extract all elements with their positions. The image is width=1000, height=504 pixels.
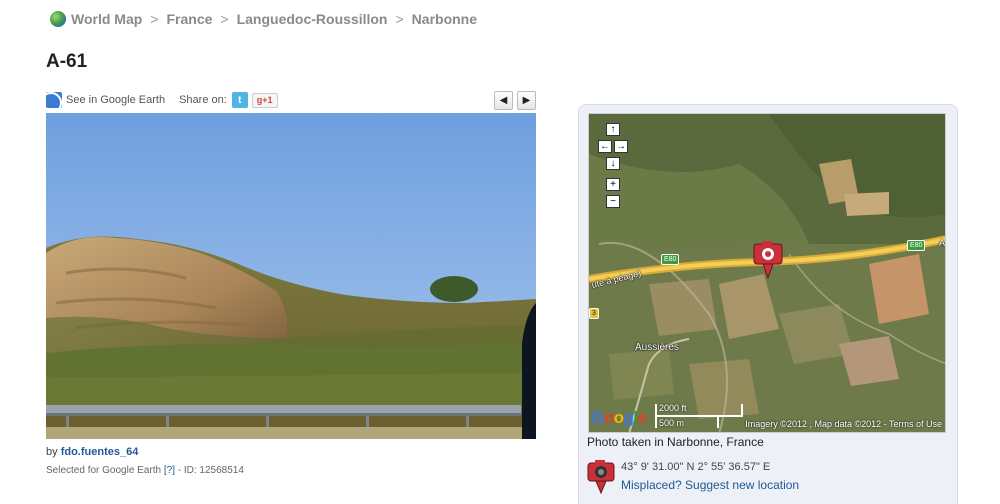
twitter-icon[interactable]: t bbox=[231, 92, 248, 108]
share-label: Share on: bbox=[179, 94, 227, 106]
google-plus-button[interactable]: g+1 bbox=[251, 92, 278, 108]
breadcrumb-separator: > bbox=[150, 11, 159, 27]
pan-up-button[interactable]: ↑ bbox=[606, 123, 620, 136]
satellite-map[interactable]: ↑ ← → ↓ + − ute à péage) E80 E80 3 A Aus… bbox=[588, 113, 946, 433]
help-link[interactable]: [?] bbox=[164, 465, 175, 476]
pan-down-button[interactable]: ↓ bbox=[606, 157, 620, 170]
route-shield-3: 3 bbox=[589, 308, 599, 319]
pan-left-button[interactable]: ← bbox=[598, 140, 612, 153]
gps-coordinates: 43° 9' 31.00" N 2° 55' 36.57" E bbox=[621, 461, 771, 473]
pan-right-button[interactable]: → bbox=[614, 140, 628, 153]
next-photo-button[interactable]: ▶ bbox=[517, 90, 536, 110]
breadcrumb-world-map[interactable]: World Map bbox=[71, 11, 142, 27]
author-link[interactable]: fdo.fuentes_64 bbox=[61, 446, 139, 458]
photo-toolbar: See in Google Earth Share on: t g+1 ◀ ▶ bbox=[46, 90, 536, 110]
breadcrumb-france[interactable]: France bbox=[166, 11, 212, 27]
route-shield-e80: E80 bbox=[661, 254, 680, 265]
landscape-photo-image bbox=[46, 113, 536, 439]
map-edge-label: A bbox=[939, 238, 946, 248]
selected-for-google-earth: Selected for Google Earth [?] - ID: 1256… bbox=[46, 465, 244, 476]
zoom-in-button[interactable]: + bbox=[606, 178, 620, 191]
scale-meters: 500 m bbox=[659, 418, 685, 428]
google-logo[interactable]: Google bbox=[591, 408, 647, 428]
photo-byline: by fdo.fuentes_64 bbox=[46, 446, 138, 458]
photo-taken-in: Photo taken in Narbonne, France bbox=[587, 435, 764, 449]
breadcrumb: World Map > France > Languedoc-Roussillo… bbox=[50, 8, 477, 30]
suggest-new-location-link[interactable]: Misplaced? Suggest new location bbox=[621, 478, 799, 492]
see-in-google-earth-link[interactable]: See in Google Earth bbox=[66, 94, 165, 106]
route-shield-e80: E80 bbox=[907, 240, 926, 251]
previous-photo-button[interactable]: ◀ bbox=[494, 90, 513, 110]
selected-text: Selected for Google Earth bbox=[46, 465, 162, 476]
town-label-aussieres: Aussières bbox=[635, 342, 679, 353]
photo-location-marker-icon[interactable] bbox=[753, 240, 783, 280]
page-title: A-61 bbox=[46, 51, 88, 72]
breadcrumb-city[interactable]: Narbonne bbox=[412, 11, 477, 27]
breadcrumb-separator: > bbox=[220, 11, 229, 27]
main-photo[interactable] bbox=[46, 113, 536, 439]
camera-pin-icon bbox=[587, 460, 615, 494]
map-copyright-terms[interactable]: Imagery ©2012 , Map data ©2012 - Terms o… bbox=[745, 419, 942, 429]
google-earth-icon[interactable] bbox=[46, 92, 62, 108]
breadcrumb-separator: > bbox=[395, 11, 404, 27]
photo-id: - ID: 12568514 bbox=[177, 465, 244, 476]
globe-icon bbox=[50, 11, 66, 27]
zoom-out-button[interactable]: − bbox=[606, 195, 620, 208]
scale-feet: 2000 ft bbox=[659, 403, 687, 413]
breadcrumb-region[interactable]: Languedoc-Roussillon bbox=[237, 11, 388, 27]
byline-prefix: by bbox=[46, 446, 58, 458]
map-scale: 2000 ft 500 m bbox=[655, 402, 743, 430]
photo-nav: ◀ ▶ bbox=[494, 90, 536, 110]
